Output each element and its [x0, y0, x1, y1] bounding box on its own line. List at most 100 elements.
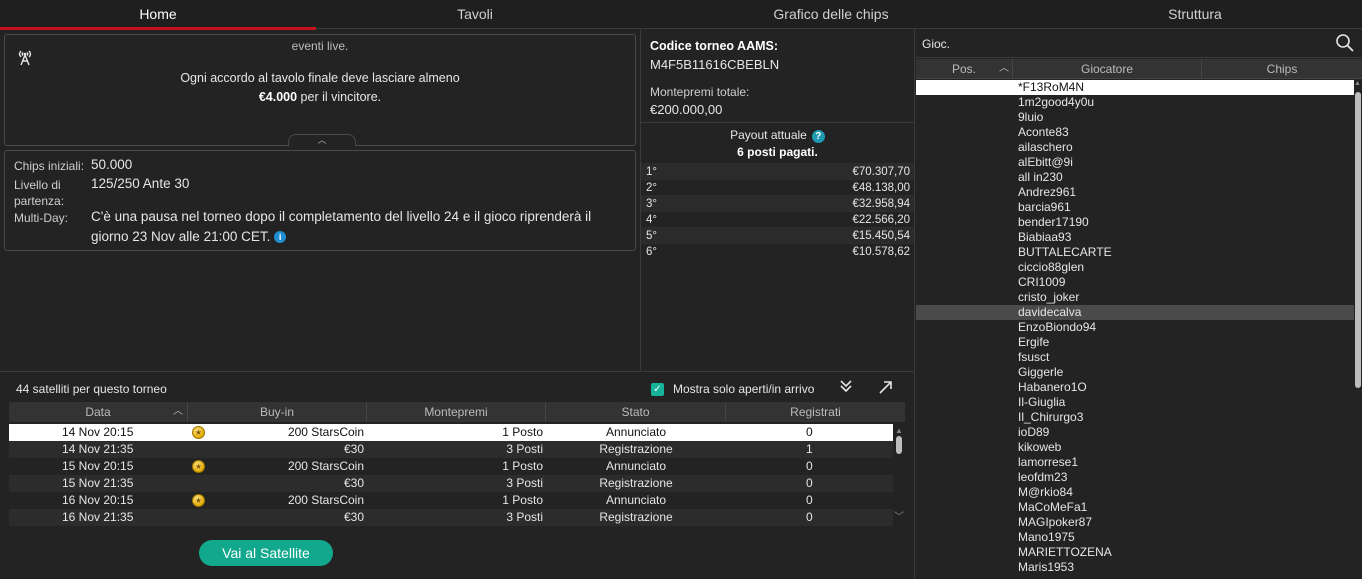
player-row[interactable]: Biabiaa93 [916, 230, 1354, 245]
player-row[interactable]: BUTTALECARTE [916, 245, 1354, 260]
player-name: CRI1009 [1018, 275, 1066, 289]
player-name: ailaschero [1018, 140, 1073, 154]
paid-places: 6 posti pagati. [737, 145, 818, 159]
player-row[interactable]: Aconte83 [916, 125, 1354, 140]
cell-buyin: €30 [343, 476, 364, 490]
player-row[interactable]: cristo_joker [916, 290, 1354, 305]
player-row[interactable]: Maris1953 [916, 560, 1354, 575]
player-row[interactable]: fsusct [916, 350, 1354, 365]
scroll-up-icon[interactable]: ▲ [895, 426, 903, 435]
scroll-thumb[interactable] [1355, 92, 1361, 388]
start-chips-label: Chips iniziali: [14, 159, 85, 173]
player-row[interactable]: Mano1975 [916, 530, 1354, 545]
col-player[interactable]: Giocatore [1013, 59, 1202, 79]
player-row[interactable]: leofdm23 [916, 470, 1354, 485]
open-external-icon[interactable] [877, 379, 893, 395]
open-only-label[interactable]: Mostra solo aperti/in arrivo [673, 382, 814, 396]
payout-row: 1° €70.307,70 [641, 163, 914, 179]
collapse-notice-button[interactable]: ︿ [288, 134, 356, 146]
go-to-satellite-button[interactable]: Vai al Satellite [199, 540, 333, 566]
col-registered[interactable]: Registrati [726, 402, 905, 422]
payout-position: 6° [646, 246, 657, 258]
payout-table: 1° €70.307,70 2° €48.138,00 3° €32.958,94 4… [641, 163, 914, 259]
col-status[interactable]: Stato [546, 402, 726, 422]
player-row[interactable]: M@rkio84 [916, 485, 1354, 500]
cell-prize: 1 Posto [502, 459, 543, 473]
player-row[interactable]: MaCoMeFa1 [916, 500, 1354, 515]
search-icon[interactable] [1335, 33, 1355, 53]
player-row[interactable]: Habanero1O [916, 380, 1354, 395]
cell-status: Registrazione [599, 476, 673, 490]
player-row[interactable]: Il-Giuglia [916, 395, 1354, 410]
chevron-down-icon[interactable]: ﹀ [894, 508, 904, 523]
help-icon[interactable]: ? [811, 130, 825, 143]
total-prize-value: €200.000,00 [650, 102, 723, 117]
col-chips[interactable]: Chips [1202, 59, 1362, 79]
satellite-scrollbar[interactable]: ▲ ﹀ [893, 426, 905, 526]
player-row[interactable]: 9luio [916, 110, 1354, 125]
player-row[interactable]: ailaschero [916, 140, 1354, 155]
player-scrollbar[interactable]: ▲ [1354, 80, 1362, 579]
player-row[interactable]: lamorrese1 [916, 455, 1354, 470]
tab-grafico-chips[interactable]: Grafico delle chips [634, 0, 1028, 29]
player-row[interactable]: EnzoBiondo94 [916, 320, 1354, 335]
payout-header: Payout attuale? [641, 128, 914, 143]
player-row[interactable]: ioD89 [916, 425, 1354, 440]
player-name: Giggerle [1018, 365, 1064, 379]
col-position[interactable]: Pos. ︿ [916, 59, 1013, 79]
table-row[interactable]: 15 Nov 20:15 ★ 200 StarsCoin 1 Posto Ann… [9, 458, 893, 475]
player-row[interactable]: *F13RoM4N [916, 80, 1354, 95]
aams-code-value: M4F5B11616CBEBLN [650, 57, 780, 72]
player-search-bar [916, 29, 1362, 58]
notice-faded-text: eventi live. [291, 39, 349, 53]
player-row[interactable]: ciccio88glen [916, 260, 1354, 275]
table-row[interactable]: 16 Nov 20:15 ★ 200 StarsCoin 1 Posto Ann… [9, 492, 893, 509]
payout-amount: €10.578,62 [852, 246, 910, 258]
col-prize[interactable]: Montepremi [367, 402, 546, 422]
payout-amount: €48.138,00 [852, 182, 910, 194]
payout-position: 3° [646, 198, 657, 210]
cell-registered: 0 [806, 425, 813, 439]
player-row[interactable]: MARIETTOZENA [916, 545, 1354, 560]
open-only-checkbox[interactable]: ✓ [651, 383, 664, 396]
table-row[interactable]: 14 Nov 20:15 ★ 200 StarsCoin 1 Posto Ann… [9, 424, 893, 441]
cell-prize: 3 Posti [506, 476, 543, 490]
double-chevron-down-icon[interactable] [838, 378, 854, 394]
table-row[interactable]: 16 Nov 21:35 €30 3 Posti Registrazione 0 [9, 509, 893, 526]
col-buyin[interactable]: Buy-in [188, 402, 367, 422]
tournament-info-column: Codice torneo AAMS: M4F5B11616CBEBLN Mon… [640, 29, 915, 371]
player-row[interactable]: Andrez961 [916, 185, 1354, 200]
player-name: davidecalva [1018, 305, 1082, 319]
player-row[interactable]: Il_Chirurgo3 [916, 410, 1354, 425]
player-row[interactable]: davidecalva [916, 305, 1354, 320]
multiday-label: Multi-Day: [14, 211, 69, 225]
player-row[interactable]: MAGIpoker87 [916, 515, 1354, 530]
info-icon[interactable]: i [274, 231, 287, 244]
table-row[interactable]: 14 Nov 21:35 €30 3 Posti Registrazione 1 [9, 441, 893, 458]
tab-home[interactable]: Home [0, 0, 316, 30]
cell-status: Annunciato [605, 425, 667, 439]
scroll-up-icon[interactable]: ▲ [1354, 80, 1361, 87]
starscoin-icon: ★ [192, 494, 205, 507]
player-row[interactable]: kikoweb [916, 440, 1354, 455]
player-row[interactable]: Ergife [916, 335, 1354, 350]
payout-amount: €15.450,54 [852, 230, 910, 242]
tab-struttura[interactable]: Struttura [1028, 0, 1362, 29]
player-name: MAGIpoker87 [1018, 515, 1093, 529]
cell-status: Registrazione [599, 442, 673, 456]
player-row[interactable]: alEbitt@9i [916, 155, 1354, 170]
player-row[interactable]: barcia961 [916, 200, 1354, 215]
tab-tavoli[interactable]: Tavoli [316, 0, 634, 29]
player-search-input[interactable] [922, 35, 1322, 52]
player-row[interactable]: Giggerle [916, 365, 1354, 380]
player-row[interactable]: 1m2good4y0u [916, 95, 1354, 110]
table-row[interactable]: 15 Nov 21:35 €30 3 Posti Registrazione 0 [9, 475, 893, 492]
cell-prize: 1 Posto [502, 425, 543, 439]
player-row[interactable]: CRI1009 [916, 275, 1354, 290]
scroll-thumb[interactable] [896, 436, 902, 454]
player-name: Mano1975 [1018, 530, 1075, 544]
col-date[interactable]: Data ︿ [9, 402, 188, 422]
payout-label: Payout attuale [730, 128, 807, 142]
player-row[interactable]: all in230 [916, 170, 1354, 185]
player-row[interactable]: bender17190 [916, 215, 1354, 230]
